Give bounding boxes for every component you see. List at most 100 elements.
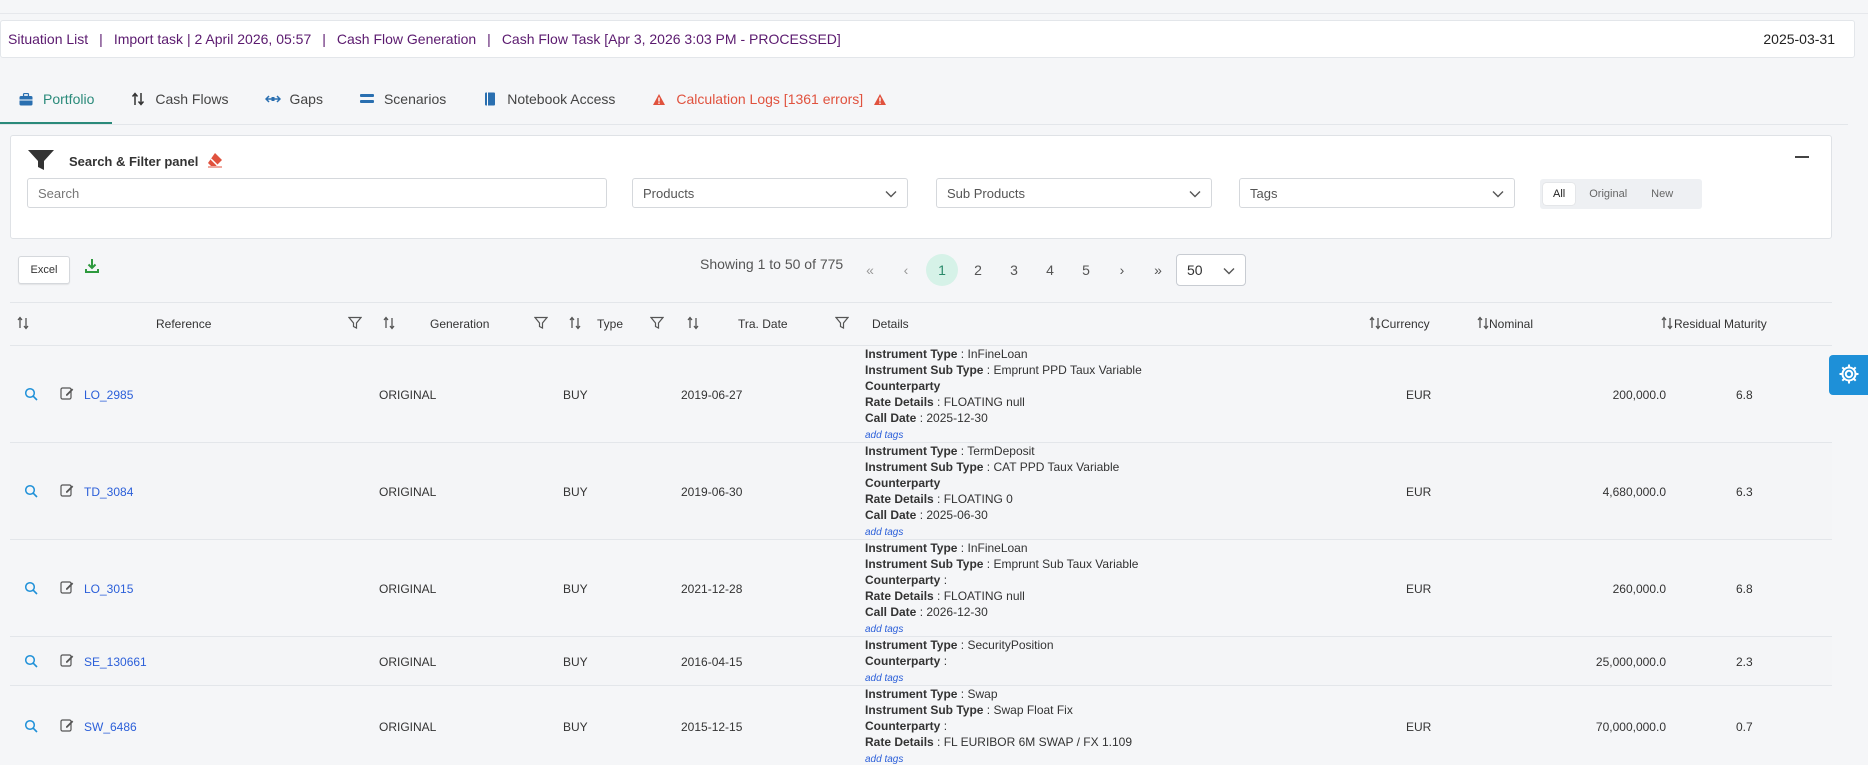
breadcrumb-import-task[interactable]: Import task | 2 April 2026, 05:57 xyxy=(114,31,311,47)
search-icon[interactable] xyxy=(24,387,38,404)
first-page-button[interactable]: « xyxy=(852,252,888,288)
download-icon[interactable] xyxy=(84,258,100,277)
next-page-button[interactable]: › xyxy=(1104,252,1140,288)
briefcase-icon xyxy=(18,91,34,107)
add-tags-link[interactable]: add tags xyxy=(865,754,903,765)
residual-maturity-cell: 0.7 xyxy=(1736,720,1753,734)
search-icon[interactable] xyxy=(24,719,38,736)
sub-products-dropdown[interactable]: Sub Products xyxy=(936,178,1212,208)
edit-icon[interactable] xyxy=(60,718,74,735)
search-icon[interactable] xyxy=(24,654,38,671)
detail-label: Rate Details xyxy=(865,492,934,506)
segment-original[interactable]: Original xyxy=(1579,183,1637,205)
detail-value: 2025-12-30 xyxy=(926,411,988,425)
filter-icon[interactable] xyxy=(834,316,850,333)
type-cell: BUY xyxy=(563,720,588,734)
tab-label: Notebook Access xyxy=(507,91,616,107)
edit-icon[interactable] xyxy=(60,386,74,403)
page-size-select[interactable]: 50 xyxy=(1176,254,1246,286)
sort-arrows-icon xyxy=(130,91,146,107)
details-cell: Instrument Type : TermDeposit Instrument… xyxy=(865,444,1120,538)
detail-value: 2025-06-30 xyxy=(926,508,988,522)
page-button[interactable]: 2 xyxy=(960,252,996,288)
filter-icon[interactable] xyxy=(649,316,665,333)
type-cell: BUY xyxy=(563,655,588,669)
tab-scenarios[interactable]: Scenarios xyxy=(341,82,464,124)
prev-page-button[interactable]: ‹ xyxy=(888,252,924,288)
tab-notebook-access[interactable]: Notebook Access xyxy=(464,82,633,124)
tra-date-cell: 2016-04-15 xyxy=(681,655,743,669)
tab-cash-flows[interactable]: Cash Flows xyxy=(112,82,246,124)
segment-all[interactable]: All xyxy=(1543,183,1576,205)
currency-cell: EUR xyxy=(1406,485,1432,499)
filter-icon[interactable] xyxy=(533,316,549,333)
tab-portfolio[interactable]: Portfolio xyxy=(0,82,113,124)
generation-cell: ORIGINAL xyxy=(379,485,437,499)
reference-link[interactable]: TD_3084 xyxy=(84,485,133,499)
column-header-type: Type xyxy=(597,317,624,331)
add-tags-link[interactable]: add tags xyxy=(865,527,903,538)
top-strip xyxy=(0,0,1868,14)
table-row[interactable]: LO_3015 ORIGINAL BUY 2021-12-28 Instrume… xyxy=(10,540,1832,637)
collapse-panel-button[interactable] xyxy=(1795,156,1809,158)
reference-link[interactable]: SW_6486 xyxy=(84,720,137,734)
settings-button[interactable] xyxy=(1829,355,1868,395)
last-page-button[interactable]: » xyxy=(1140,252,1176,288)
breadcrumb-situation-list[interactable]: Situation List xyxy=(8,31,88,47)
column-header-nominal: Nominal xyxy=(1489,317,1534,331)
reference-link[interactable]: LO_3015 xyxy=(84,582,133,596)
notebook-icon xyxy=(482,91,498,107)
filter-icon[interactable] xyxy=(347,316,363,333)
detail-label: Instrument Type xyxy=(865,638,958,652)
tab-label: Cash Flows xyxy=(155,91,229,107)
sort-icon[interactable] xyxy=(1660,316,1674,333)
detail-value: Emprunt PPD Taux Variable xyxy=(993,363,1142,377)
sort-icon[interactable] xyxy=(382,316,396,333)
table-row[interactable]: LO_2985 ORIGINAL BUY 2019-06-27 Instrume… xyxy=(10,346,1832,443)
reference-link[interactable]: SE_130661 xyxy=(84,655,147,669)
add-tags-link[interactable]: add tags xyxy=(865,624,903,635)
breadcrumb-cash-flow-task[interactable]: Cash Flow Task [Apr 3, 2026 3:03 PM - PR… xyxy=(502,31,841,47)
edit-icon[interactable] xyxy=(60,653,74,670)
tab-gaps[interactable]: Gaps xyxy=(247,82,341,124)
table-row[interactable]: TD_3084 ORIGINAL BUY 2019-06-30 Instrume… xyxy=(10,443,1832,540)
detail-label: Call Date xyxy=(865,508,917,522)
residual-maturity-cell: 2.3 xyxy=(1736,655,1753,669)
edit-icon[interactable] xyxy=(60,483,74,500)
segment-new[interactable]: New xyxy=(1641,183,1683,205)
residual-maturity-cell: 6.3 xyxy=(1736,485,1753,499)
sort-icon[interactable] xyxy=(1368,316,1382,333)
detail-value: TermDeposit xyxy=(967,444,1035,458)
search-icon[interactable] xyxy=(24,581,38,598)
tab-label: Gaps xyxy=(289,91,323,107)
reference-link[interactable]: LO_2985 xyxy=(84,388,133,402)
sort-icon[interactable] xyxy=(568,316,582,333)
add-tags-link[interactable]: add tags xyxy=(865,430,903,441)
table-row[interactable]: SW_6486 ORIGINAL BUY 2015-12-15 Instrume… xyxy=(10,686,1832,765)
pagination-summary: Showing 1 to 50 of 775 xyxy=(700,256,844,272)
page-button[interactable]: 5 xyxy=(1068,252,1104,288)
breadcrumb-cash-flow-generation[interactable]: Cash Flow Generation xyxy=(337,31,476,47)
tab-calculation-logs[interactable]: Calculation Logs [1361 errors] xyxy=(633,82,906,124)
table-row[interactable]: SE_130661 ORIGINAL BUY 2016-04-15 Instru… xyxy=(10,637,1832,686)
currency-cell: EUR xyxy=(1406,388,1432,402)
page-button[interactable]: 1 xyxy=(926,254,958,286)
sort-icon[interactable] xyxy=(1476,316,1490,333)
tags-dropdown[interactable]: Tags xyxy=(1239,178,1515,208)
sort-icon[interactable] xyxy=(16,316,30,333)
tab-label: Calculation Logs [1361 errors] xyxy=(676,91,864,107)
sort-icon[interactable] xyxy=(686,316,700,333)
page-button[interactable]: 3 xyxy=(996,252,1032,288)
situation-date: 2025-03-31 xyxy=(1763,31,1835,47)
products-dropdown[interactable]: Products xyxy=(632,178,908,208)
breadcrumb-separator: | xyxy=(322,31,326,47)
page-button[interactable]: 4 xyxy=(1032,252,1068,288)
excel-export-button[interactable]: Excel xyxy=(18,256,70,284)
type-cell: BUY xyxy=(563,582,588,596)
search-icon[interactable] xyxy=(24,484,38,501)
edit-icon[interactable] xyxy=(60,580,74,597)
add-tags-link[interactable]: add tags xyxy=(865,673,903,684)
column-header-residual-maturity: Residual Maturity xyxy=(1674,317,1767,331)
search-input[interactable] xyxy=(27,178,607,208)
eraser-icon[interactable] xyxy=(206,152,224,171)
